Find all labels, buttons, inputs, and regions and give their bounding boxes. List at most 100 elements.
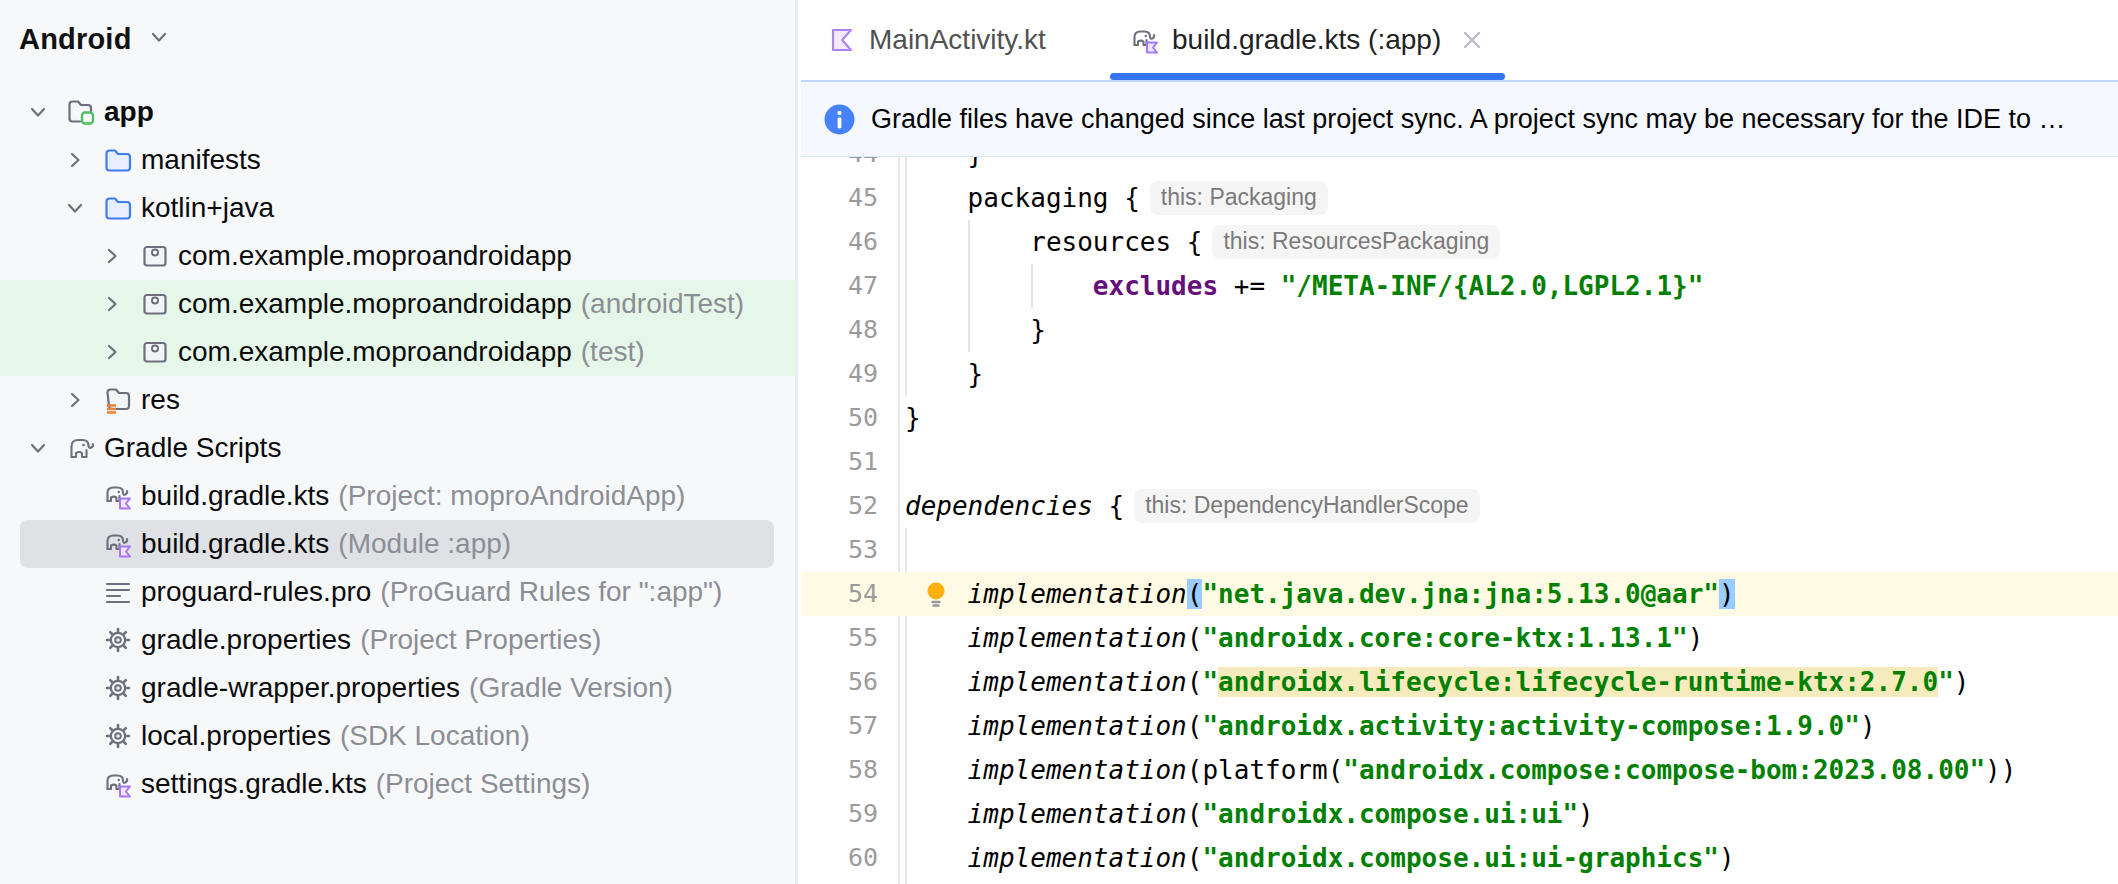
tree-item-label: res bbox=[141, 384, 180, 416]
line-number: 51 bbox=[801, 440, 878, 484]
code-line-60: 60 implementation("androidx.compose.ui:u… bbox=[801, 836, 2118, 880]
chevron-right-icon[interactable] bbox=[63, 148, 87, 172]
text-lines-icon bbox=[103, 577, 133, 607]
kotlin-file-icon bbox=[827, 25, 857, 55]
code-line-text: resources {this: ResourcesPackaging bbox=[905, 220, 1500, 264]
android-module-folder-icon bbox=[66, 97, 96, 127]
code-line-text: implementation(platform("androidx.compos… bbox=[905, 748, 2016, 792]
tab-mainactivity[interactable]: MainActivity.kt bbox=[827, 0, 1046, 80]
code-line-text: implementation("androidx.compose.ui:ui") bbox=[905, 792, 1594, 836]
code-line-55: 55 implementation("androidx.core:core-kt… bbox=[801, 616, 2118, 660]
inlay-hint: this: ResourcesPackaging bbox=[1212, 225, 1500, 259]
line-number: 46 bbox=[801, 220, 878, 264]
tree-item-proguard-rules-pro[interactable]: proguard-rules.pro(ProGuard Rules for ":… bbox=[0, 568, 795, 616]
code-line-57: 57 implementation("androidx.activity:act… bbox=[801, 704, 2118, 748]
chevron-down-icon[interactable] bbox=[63, 196, 87, 220]
tab-build-gradle[interactable]: build.gradle.kts (:app) bbox=[1110, 0, 1485, 80]
tree-item-build-gradle-kts[interactable]: build.gradle.kts(Project: moproAndroidAp… bbox=[0, 472, 795, 520]
tree-item-label: kotlin+java bbox=[141, 192, 274, 224]
tree-item-com-example-moproandroidapp[interactable]: com.example.moproandroidapp bbox=[0, 232, 795, 280]
chevron-right-icon[interactable] bbox=[100, 244, 124, 268]
android-studio-window: Android app manifests kotlin+java com.examp… bbox=[0, 0, 2118, 884]
line-number: 49 bbox=[801, 352, 878, 396]
gradle-kts-icon bbox=[103, 769, 133, 799]
tree-item-kotlin-java[interactable]: kotlin+java bbox=[0, 184, 795, 232]
chevron-spacer bbox=[63, 532, 87, 556]
tree-item-com-example-moproandroidapp[interactable]: com.example.moproandroidapp(test) bbox=[0, 328, 795, 376]
tree-item-label: com.example.moproandroidapp bbox=[178, 240, 572, 272]
tree-item-label: com.example.moproandroidapp bbox=[178, 336, 572, 368]
tab-build-gradle-label: build.gradle.kts (:app) bbox=[1172, 24, 1441, 56]
tree-item-label: manifests bbox=[141, 144, 261, 176]
code-line-background bbox=[801, 396, 2118, 440]
tree-item-secondary-label: (androidTest) bbox=[581, 288, 744, 320]
code-line-text: implementation("androidx.compose.ui:ui-g… bbox=[905, 836, 1735, 880]
code-line-56: 56 implementation("androidx.lifecycle:li… bbox=[801, 660, 2118, 704]
tree-item-secondary-label: (Project Properties) bbox=[360, 624, 601, 656]
active-tab-underline bbox=[1110, 73, 1505, 80]
code-line-text: packaging {this: Packaging bbox=[905, 176, 1328, 220]
tree-item-label: build.gradle.kts bbox=[141, 528, 329, 560]
tree-item-gradle-scripts[interactable]: Gradle Scripts bbox=[0, 424, 795, 472]
line-number: 58 bbox=[801, 748, 878, 792]
code-line-58: 58 implementation(platform("androidx.com… bbox=[801, 748, 2118, 792]
tree-item-build-gradle-kts[interactable]: build.gradle.kts(Module :app) bbox=[0, 520, 795, 568]
gear-icon bbox=[103, 673, 133, 703]
gradle-sync-banner-text: Gradle files have changed since last pro… bbox=[871, 104, 2066, 135]
close-icon[interactable] bbox=[1459, 27, 1485, 53]
code-line-background bbox=[801, 528, 2118, 572]
editor-area: MainActivity.kt build.gradle.kts (:app) … bbox=[801, 0, 2118, 884]
code-line-54: 54 implementation("net.java.dev.jna:jna:… bbox=[801, 572, 2118, 616]
package-icon bbox=[140, 337, 170, 367]
code-line-background bbox=[801, 352, 2118, 396]
project-tool-window: Android app manifests kotlin+java com.examp… bbox=[0, 0, 798, 884]
code-line-52: 52dependencies {this: DependencyHandlerS… bbox=[801, 484, 2118, 528]
chevron-right-icon[interactable] bbox=[63, 388, 87, 412]
tree-item-app[interactable]: app bbox=[0, 88, 795, 136]
line-number: 48 bbox=[801, 308, 878, 352]
gear-icon bbox=[103, 721, 133, 751]
tree-item-label: settings.gradle.kts bbox=[141, 768, 367, 800]
tree-item-settings-gradle-kts[interactable]: settings.gradle.kts (Project Settings) bbox=[0, 760, 795, 808]
chevron-down-icon[interactable] bbox=[26, 436, 50, 460]
tree-item-local-properties[interactable]: local.properties (SDK Location) bbox=[0, 712, 795, 760]
chevron-down-icon[interactable] bbox=[26, 100, 50, 124]
code-line-48: 48 } bbox=[801, 308, 2118, 352]
line-number: 53 bbox=[801, 528, 878, 572]
tab-mainactivity-label: MainActivity.kt bbox=[869, 24, 1046, 56]
tree-item-gradle-wrapper-properties[interactable]: gradle-wrapper.properties (Gradle Version… bbox=[0, 664, 795, 712]
tree-item-secondary-label: (Gradle Version) bbox=[469, 672, 673, 704]
code-line-text: implementation("androidx.lifecycle:lifec… bbox=[905, 660, 1969, 704]
tree-item-label: app bbox=[104, 96, 154, 128]
tree-item-gradle-properties[interactable]: gradle.properties(Project Properties) bbox=[0, 616, 795, 664]
code-editor[interactable]: 44 }45 packaging {this: Packaging46 reso… bbox=[801, 80, 2118, 884]
code-line-47: 47 excludes += "/META-INF/{AL2.0,LGPL2.1… bbox=[801, 264, 2118, 308]
inlay-hint: this: Packaging bbox=[1150, 181, 1328, 215]
code-line-46: 46 resources {this: ResourcesPackaging bbox=[801, 220, 2118, 264]
code-line-text: dependencies {this: DependencyHandlerSco… bbox=[905, 484, 1480, 528]
tree-item-secondary-label: (SDK Location) bbox=[340, 720, 530, 752]
tree-item-label: gradle-wrapper.properties bbox=[141, 672, 460, 704]
tree-item-secondary-label: (Project Settings) bbox=[376, 768, 591, 800]
line-number: 57 bbox=[801, 704, 878, 748]
project-view-selector[interactable]: Android bbox=[19, 22, 172, 56]
tree-item-label: proguard-rules.pro bbox=[141, 576, 371, 608]
chevron-spacer bbox=[63, 580, 87, 604]
gradle-kts-icon bbox=[103, 529, 133, 559]
code-line-text: } bbox=[905, 352, 983, 396]
chevron-spacer bbox=[63, 772, 87, 796]
tree-item-res[interactable]: res bbox=[0, 376, 795, 424]
chevron-right-icon[interactable] bbox=[100, 340, 124, 364]
tree-item-com-example-moproandroidapp[interactable]: com.example.moproandroidapp (androidTest) bbox=[0, 280, 795, 328]
line-number: 45 bbox=[801, 176, 878, 220]
chevron-spacer bbox=[63, 724, 87, 748]
tree-item-manifests[interactable]: manifests bbox=[0, 136, 795, 184]
tree-item-label: com.example.moproandroidapp bbox=[178, 288, 572, 320]
code-line-50: 50} bbox=[801, 396, 2118, 440]
code-line-text: } bbox=[905, 308, 1046, 352]
res-folder-icon bbox=[103, 385, 133, 415]
tree-item-label: local.properties bbox=[141, 720, 331, 752]
chevron-right-icon[interactable] bbox=[100, 292, 124, 316]
line-number: 50 bbox=[801, 396, 878, 440]
tree-item-label: Gradle Scripts bbox=[104, 432, 281, 464]
